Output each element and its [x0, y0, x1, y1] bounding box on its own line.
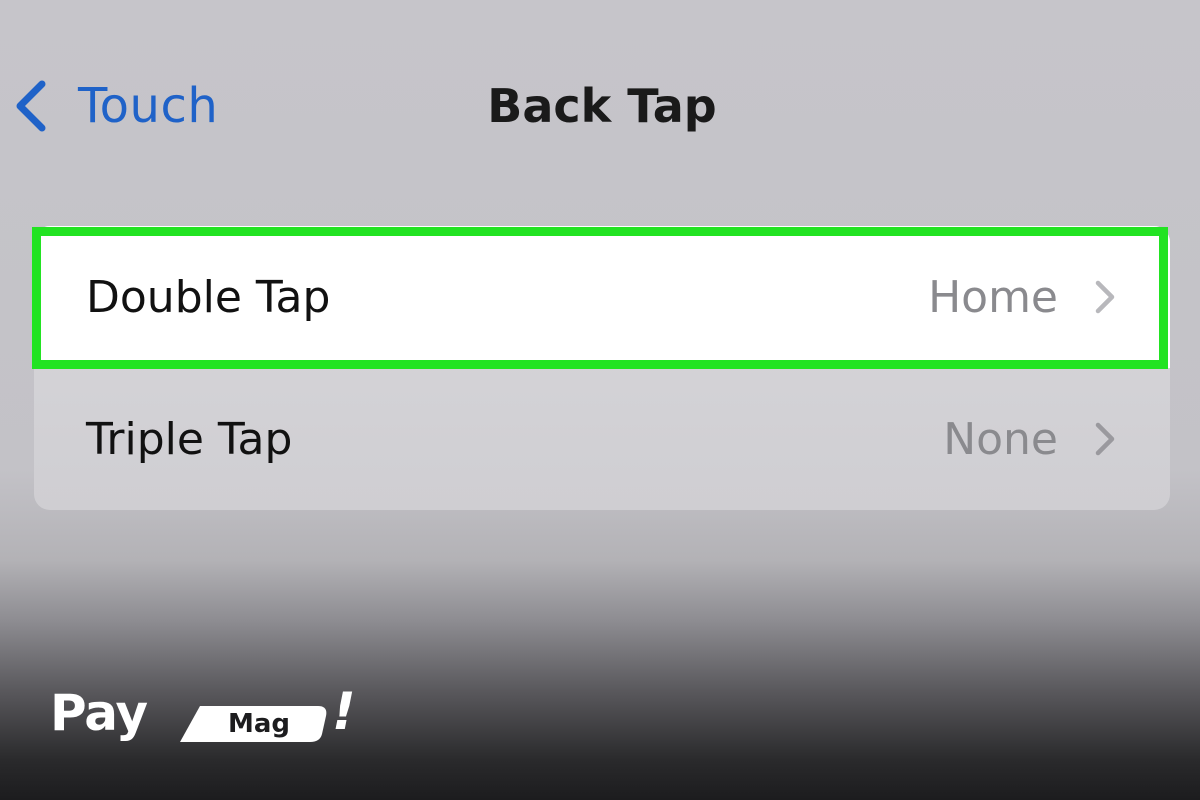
- page-title: Back Tap: [487, 79, 717, 133]
- logo-exclamation: !: [332, 682, 356, 742]
- chevron-right-icon: [1090, 419, 1118, 459]
- paymag-logo: Pay Mag !: [50, 682, 356, 750]
- double-tap-value: Home: [928, 271, 1058, 323]
- double-tap-label: Double Tap: [86, 271, 331, 323]
- triple-tap-label: Triple Tap: [86, 413, 293, 465]
- double-tap-row[interactable]: Double Tap Home: [34, 226, 1170, 368]
- triple-tap-row[interactable]: Triple Tap None: [34, 368, 1170, 510]
- back-tap-settings-list: Double Tap Home Triple Tap None: [34, 226, 1170, 510]
- triple-tap-value: None: [943, 413, 1058, 465]
- logo-mag-text: Mag: [228, 709, 291, 739]
- navigation-bar: Touch Back Tap: [0, 60, 1200, 152]
- chevron-right-icon: [1090, 277, 1118, 317]
- logo-pay-text: Pay: [50, 684, 148, 742]
